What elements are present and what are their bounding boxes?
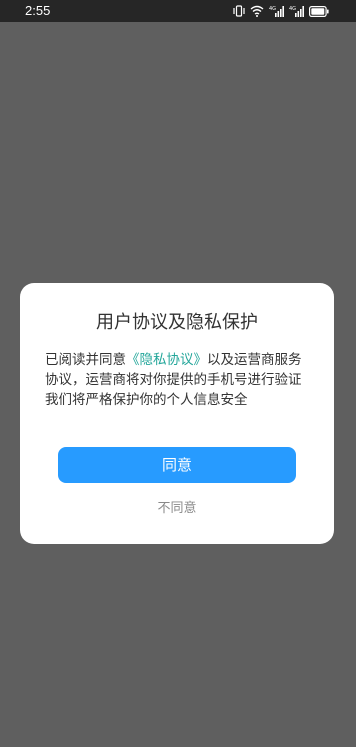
agreement-prefix: 已阅读并同意 [45, 352, 126, 368]
vibrate-icon [233, 5, 245, 17]
signal-tag-1: 4G [269, 6, 276, 12]
agree-button[interactable]: 同意 [58, 447, 296, 483]
signal-icon: 4G [269, 6, 284, 17]
status-bar: 2:55 4G 4G [0, 0, 356, 22]
privacy-dialog: 用户协议及隐私保护 已阅读并同意《隐私协议》以及运营商服务协议，运营商将对你提供… [20, 283, 334, 544]
dialog-title: 用户协议及隐私保护 [96, 312, 258, 333]
dialog-body: 已阅读并同意《隐私协议》以及运营商服务协议，运营商将对你提供的手机号进行验证 我… [45, 350, 311, 410]
status-icons: 4G 4G [233, 4, 329, 18]
status-time: 2:55 [25, 3, 51, 18]
agreement-text: 已阅读并同意《隐私协议》以及运营商服务协议，运营商将对你提供的手机号进行验证 [45, 350, 311, 390]
disagree-button[interactable]: 不同意 [20, 499, 334, 519]
signal-icon: 4G [289, 6, 304, 17]
battery-icon [309, 5, 329, 17]
wifi-icon [250, 5, 264, 17]
privacy-assurance-text: 我们将严格保护你的个人信息安全 [45, 392, 248, 408]
signal-tag-2: 4G [289, 6, 296, 12]
privacy-policy-link[interactable]: 《隐私协议》 [126, 352, 207, 368]
